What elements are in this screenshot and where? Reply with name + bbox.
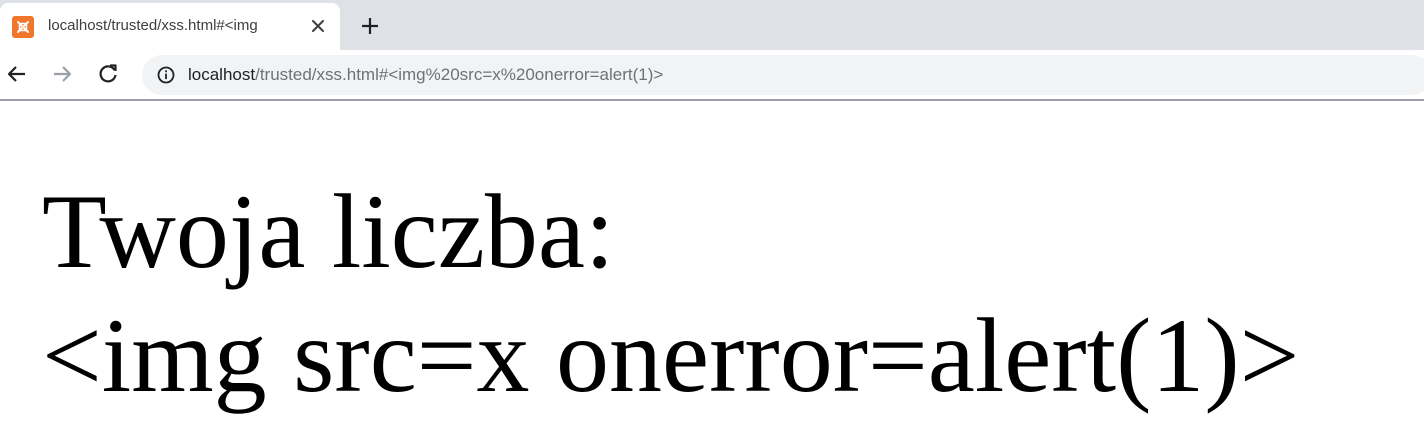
reload-icon[interactable]	[94, 60, 122, 88]
plus-icon[interactable]	[356, 12, 384, 40]
browser-toolbar: localhost/trusted/xss.html#<img%20src=x%…	[0, 50, 1424, 101]
address-bar[interactable]: localhost/trusted/xss.html#<img%20src=x%…	[142, 55, 1424, 95]
browser-tab[interactable]: localhost/trusted/xss.html#<img	[0, 3, 340, 50]
arrow-left-icon[interactable]	[3, 60, 31, 88]
page-heading-line: Twoja liczba:	[42, 173, 615, 290]
xampp-icon	[12, 16, 34, 38]
page-content: Twoja liczba: <img src=x onerror=alert(1…	[42, 170, 1299, 418]
close-icon[interactable]	[306, 14, 330, 38]
url-text: localhost/trusted/xss.html#<img%20src=x%…	[188, 65, 663, 85]
injected-text-line: <img src=x onerror=alert(1)>	[42, 297, 1300, 414]
arrow-right-icon[interactable]	[48, 60, 76, 88]
url-host: localhost	[188, 65, 256, 84]
url-path: /trusted/xss.html#<img%20src=x%20onerror…	[255, 65, 664, 84]
tab-title: localhost/trusted/xss.html#<img	[48, 17, 258, 34]
info-icon[interactable]	[156, 65, 176, 85]
tab-strip: localhost/trusted/xss.html#<img	[0, 0, 1424, 50]
